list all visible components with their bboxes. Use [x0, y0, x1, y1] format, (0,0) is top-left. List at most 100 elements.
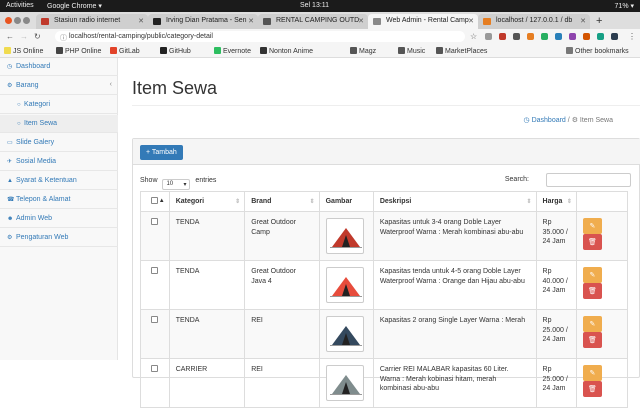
app-menu[interactable]: Google Chrome ▾	[47, 2, 102, 10]
close-tab-icon[interactable]: ✕	[358, 17, 364, 25]
info-icon[interactable]: ⓘ	[60, 33, 67, 43]
sidebar: ◷ Dashboard ⚙ Barang ‹ ○ Kategori ○ Item Sewa ▭ Sl…	[0, 58, 118, 360]
column-header-deskripsi[interactable]: Deskripsi ⇕	[372, 191, 537, 212]
close-window-icon[interactable]	[5, 17, 12, 24]
edit-button[interactable]: ✎	[582, 316, 602, 332]
delete-button[interactable]: 🗑	[582, 381, 602, 397]
menu-kebab-icon[interactable]: ⋮	[628, 32, 636, 41]
deskripsi-cell: Kapasitas 2 orang Single Layer Warna : M…	[372, 309, 537, 359]
browser-tab[interactable]: RENTAL CAMPING OUTD ✕	[258, 14, 368, 29]
extension-icon[interactable]	[583, 33, 590, 40]
column-header-brand[interactable]: Brand ⇕	[244, 191, 320, 212]
gambar-cell	[318, 211, 374, 261]
harga-cell: Rp 25.000 / 24 Jam	[535, 309, 577, 359]
delete-button[interactable]: 🗑	[582, 234, 602, 250]
close-tab-icon[interactable]: ✕	[138, 17, 144, 25]
maximize-window-icon[interactable]	[23, 17, 30, 24]
sidebar-item-barang[interactable]: ⚙ Barang ‹	[0, 77, 118, 95]
bookmark-item[interactable]: Magz	[350, 47, 376, 55]
row-checkbox[interactable]	[151, 365, 158, 372]
sidebar-item-pengaturan-web[interactable]: ⚙ Pengaturan Web	[0, 229, 118, 247]
sidebar-item-dashboard[interactable]: ◷ Dashboard	[0, 58, 118, 76]
favicon-icon	[153, 18, 161, 25]
select-all-checkbox[interactable]	[151, 197, 158, 204]
bookmark-item[interactable]: Music	[398, 47, 425, 55]
delete-button[interactable]: 🗑	[582, 283, 602, 299]
dashboard-icon: ◷	[7, 64, 13, 70]
reload-button[interactable]: ↻	[34, 32, 41, 41]
back-button[interactable]: ←	[6, 32, 14, 41]
extension-icon[interactable]	[485, 33, 492, 40]
row-select-cell	[140, 358, 170, 408]
extension-icon[interactable]	[611, 33, 618, 40]
row-checkbox[interactable]	[151, 316, 158, 323]
extension-icon[interactable]	[499, 33, 506, 40]
tab-strip: Stasiun radio internet ✕ Irving Dian Prata…	[0, 12, 640, 29]
bookmark-icon	[110, 47, 117, 54]
column-header-gambar[interactable]: Gambar	[318, 191, 374, 212]
forward-button[interactable]: →	[20, 32, 28, 41]
select-all-header[interactable]: ▲	[140, 191, 170, 212]
extension-icon[interactable]	[555, 33, 562, 40]
tent-image	[329, 228, 362, 248]
favicon-icon	[373, 18, 381, 25]
bookmark-item[interactable]: GitLab	[110, 47, 140, 55]
add-item-button[interactable]: + Tambah	[140, 145, 183, 160]
edit-button[interactable]: ✎	[582, 365, 602, 381]
extension-icon[interactable]	[597, 33, 604, 40]
bookmark-item[interactable]: Evernote	[214, 47, 251, 55]
sidebar-item-telepon-alamat[interactable]: ☎ Telepon & Alamat	[0, 191, 118, 209]
breadcrumb-current: ⚙ Item Sewa	[571, 117, 613, 124]
activities-button[interactable]: Activities	[6, 2, 34, 9]
bookmark-item[interactable]: Nonton Anime	[260, 47, 313, 55]
url-text: localhost/rental-camping/public/category…	[69, 33, 213, 40]
sidebar-item-sosial-media[interactable]: ✈ Sosial Media	[0, 153, 118, 171]
minimize-window-icon[interactable]	[14, 17, 21, 24]
sidebar-item-kategori[interactable]: ○ Kategori	[0, 96, 118, 114]
browser-tab[interactable]: Irving Dian Pratama - Sen ✕	[148, 14, 258, 29]
edit-button[interactable]: ✎	[582, 267, 602, 283]
bookmark-icon	[350, 47, 357, 54]
browser-tab[interactable]: localhost / 127.0.0.1 / db ✕	[478, 14, 590, 29]
sidebar-item-syarat-ketentuan[interactable]: ▲ Syarat & Ketentuan	[0, 172, 118, 190]
clock[interactable]: Sel 13:11	[300, 2, 329, 9]
favicon-icon	[263, 18, 271, 25]
column-header-kategori[interactable]: Kategori ⇕	[168, 191, 246, 212]
bookmark-item[interactable]: GitHub	[160, 47, 191, 55]
bookmark-item[interactable]: MarketPlaces	[436, 47, 487, 55]
new-tab-button[interactable]: +	[596, 15, 602, 27]
bookmark-item[interactable]: PHP Online	[56, 47, 101, 55]
search-input[interactable]	[546, 173, 631, 187]
extension-icon[interactable]	[569, 33, 576, 40]
trash-icon: 🗑	[587, 337, 597, 344]
edit-button[interactable]: ✎	[582, 218, 602, 234]
main-content: Item Sewa ◷ Dashboard / ⚙ Item Sewa + Ta…	[118, 58, 640, 408]
entries-select[interactable]: 10 ▾	[162, 179, 191, 190]
breadcrumb-home[interactable]: ◷ Dashboard	[524, 117, 566, 124]
extension-icon[interactable]	[527, 33, 534, 40]
close-tab-icon[interactable]: ✕	[468, 17, 474, 25]
battery-status[interactable]: 71% ▾	[615, 2, 634, 10]
sort-icon: ⇕	[566, 199, 572, 205]
tent-image	[329, 277, 362, 297]
edit-icon: ✎	[589, 223, 596, 230]
close-tab-icon[interactable]: ✕	[580, 17, 586, 25]
close-tab-icon[interactable]: ✕	[248, 17, 254, 25]
other-bookmarks[interactable]: Other bookmarks	[566, 47, 629, 55]
star-icon[interactable]: ☆	[470, 32, 477, 41]
browser-tab[interactable]: Web Admin - Rental Camp ✕	[368, 14, 478, 29]
row-checkbox[interactable]	[151, 218, 158, 225]
url-field[interactable]: ⓘ localhost/rental-camping/public/catego…	[55, 31, 465, 42]
column-header-harga[interactable]: Harga ⇕	[535, 191, 577, 212]
warning-icon: ▲	[7, 178, 13, 184]
extension-icon[interactable]	[513, 33, 520, 40]
extension-icon[interactable]	[541, 33, 548, 40]
sidebar-item-item-sewa[interactable]: ○ Item Sewa	[0, 115, 118, 133]
browser-tab[interactable]: Stasiun radio internet ✕	[36, 14, 148, 29]
trash-icon: 🗑	[587, 239, 597, 246]
delete-button[interactable]: 🗑	[582, 332, 602, 348]
sidebar-item-slide-galery[interactable]: ▭ Slide Galery	[0, 134, 118, 152]
bookmark-item[interactable]: JS Online	[4, 47, 43, 55]
row-checkbox[interactable]	[151, 267, 158, 274]
sidebar-item-admin-web[interactable]: ☻ Admin Web	[0, 210, 118, 228]
